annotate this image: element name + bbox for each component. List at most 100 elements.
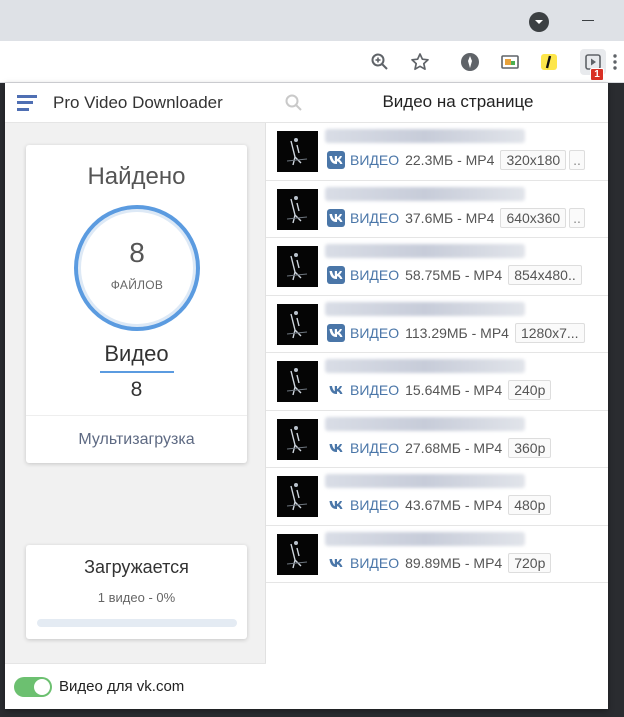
yandex-icon[interactable] (538, 51, 560, 73)
video-title-blurred (325, 129, 525, 143)
minimize-button[interactable] (582, 20, 594, 21)
video-row[interactable]: ВИДЕО 37.6МБ - MP4 640x360.. (266, 181, 608, 238)
vk-icon (327, 439, 345, 457)
video-title-blurred (325, 244, 525, 258)
vk-icon (327, 381, 345, 399)
video-more-button[interactable]: .. (569, 207, 585, 228)
zoom-icon[interactable] (369, 51, 391, 73)
video-meta: ВИДЕО 113.29МБ - MP4 1280x7... (327, 322, 588, 343)
video-row[interactable]: ВИДЕО 58.75МБ - MP4 854x480.. (266, 238, 608, 296)
video-meta: ВИДЕО 43.67МБ - MP4 480p (327, 495, 554, 515)
download-progress-bar (37, 619, 237, 627)
found-unit: ФАЙЛОВ (110, 278, 164, 292)
video-panel-header: Видео на странице (266, 83, 608, 123)
video-thumbnail (277, 246, 318, 287)
video-resolution-button[interactable]: 480p (508, 495, 552, 515)
video-title-blurred (325, 531, 525, 546)
type-tab-underline (100, 371, 174, 373)
video-size: 37.6МБ - MP4 (405, 209, 495, 226)
vk-toggle-label: Видео для vk.com (59, 678, 185, 695)
star-icon[interactable] (409, 51, 431, 73)
video-resolution-button[interactable]: 240p (508, 380, 552, 400)
video-row[interactable]: ВИДЕО 15.64МБ - MP4 240p (266, 353, 608, 411)
vk-icon (327, 496, 345, 514)
video-resolution-button[interactable]: 1280x7... (514, 322, 585, 343)
video-list: ВИДЕО 22.3МБ - MP4 320x180.. ВИДЕО 37.6МБ - … (266, 123, 608, 583)
downloading-card: Загружается 1 видео - 0% (26, 545, 247, 639)
profile-menu-button[interactable] (529, 12, 549, 32)
video-resolution-button[interactable]: 720p (508, 552, 552, 573)
video-size: 27.68МБ - MP4 (405, 439, 503, 456)
app-title: Pro Video Downloader (53, 92, 223, 112)
video-meta: ВИДЕО 22.3МБ - MP4 320x180.. (327, 150, 585, 170)
found-count-ring: 8 ФАЙЛОВ (74, 205, 200, 331)
type-count: 8 (130, 378, 143, 401)
video-title-blurred (325, 359, 525, 373)
video-kind: ВИДЕО (350, 324, 400, 341)
video-title-blurred (325, 416, 525, 431)
vk-icon (327, 266, 345, 284)
video-kind: ВИДЕО (350, 497, 400, 513)
browser-titlebar (0, 0, 624, 41)
video-kind: ВИДЕО (350, 209, 400, 226)
sidebar-header: Pro Video Downloader (5, 83, 266, 123)
menu-icon[interactable] (17, 94, 39, 111)
cast-icon[interactable] (499, 51, 521, 73)
downloading-status: 1 видео - 0% (97, 590, 176, 605)
video-thumbnail (277, 533, 318, 575)
video-meta: ВИДЕО 15.64МБ - MP4 240p (327, 380, 554, 400)
video-size: 43.67МБ - MP4 (405, 497, 503, 513)
video-row[interactable]: ВИДЕО 89.89МБ - MP4 720p (266, 526, 608, 583)
video-kind: ВИДЕО (350, 439, 400, 456)
extension-icon[interactable] (459, 51, 481, 73)
sidebar: Pro Video Downloader Найдено 8 ФАЙЛОВ Ви… (5, 83, 266, 709)
video-resolution-button[interactable]: 360p (508, 437, 552, 458)
video-thumbnail (277, 418, 318, 460)
video-thumbnail (277, 131, 318, 172)
video-resolution-button[interactable]: 640x360 (500, 207, 567, 228)
found-card: Найдено 8 ФАЙЛОВ Видео 8 Мультизагрузка (26, 145, 247, 463)
chevron-down-icon (535, 20, 543, 24)
video-kind: ВИДЕО (350, 382, 400, 398)
sidebar-footer: Видео для vk.com (5, 663, 266, 709)
search-icon[interactable] (284, 93, 304, 113)
video-resolution-button[interactable]: 320x180 (500, 150, 567, 170)
video-size: 22.3МБ - MP4 (405, 152, 495, 168)
video-size: 58.75МБ - MP4 (405, 267, 503, 283)
browser-toolbar (0, 41, 624, 83)
video-row[interactable]: ВИДЕО 113.29МБ - MP4 1280x7... (266, 296, 608, 353)
video-title-blurred (325, 301, 525, 316)
vk-icon (327, 151, 345, 169)
found-count: 8 (129, 237, 145, 268)
type-tab-video[interactable]: Видео (26, 341, 247, 367)
vk-icon (327, 554, 345, 572)
video-row[interactable]: ВИДЕО 43.67МБ - MP4 480p (266, 468, 608, 526)
video-title-blurred (325, 474, 525, 488)
video-row[interactable]: ВИДЕО 22.3МБ - MP4 320x180.. (266, 123, 608, 181)
video-row[interactable]: ВИДЕО 27.68МБ - MP4 360p (266, 411, 608, 468)
video-meta: ВИДЕО 27.68МБ - MP4 360p (327, 437, 554, 458)
video-thumbnail (277, 476, 318, 517)
video-thumbnail (277, 188, 318, 230)
vk-icon (327, 323, 345, 342)
video-size: 15.64МБ - MP4 (405, 382, 503, 398)
video-size: 113.29МБ - MP4 (405, 324, 509, 341)
multi-download-button[interactable]: Мультизагрузка (26, 415, 247, 463)
video-kind: ВИДЕО (350, 267, 400, 283)
video-thumbnail (277, 303, 318, 345)
vk-toggle[interactable] (14, 676, 52, 697)
extension-badge: 1 (590, 68, 604, 81)
kebab-menu-icon[interactable] (608, 51, 622, 73)
vk-icon (327, 208, 345, 227)
video-size: 89.89МБ - MP4 (405, 554, 503, 571)
video-kind: ВИДЕО (350, 554, 400, 571)
found-title: Найдено (87, 163, 186, 190)
extension-popup: Pro Video Downloader Найдено 8 ФАЙЛОВ Ви… (5, 83, 608, 709)
video-resolution-button[interactable]: 854x480.. (508, 265, 582, 285)
video-meta: ВИДЕО 37.6МБ - MP4 640x360.. (327, 207, 585, 228)
video-thumbnail (277, 361, 318, 402)
video-title-blurred (325, 186, 525, 201)
video-more-button[interactable]: .. (569, 150, 585, 170)
downloading-title: Загружается (84, 557, 189, 577)
video-meta: ВИДЕО 58.75МБ - MP4 854x480.. (327, 265, 585, 285)
